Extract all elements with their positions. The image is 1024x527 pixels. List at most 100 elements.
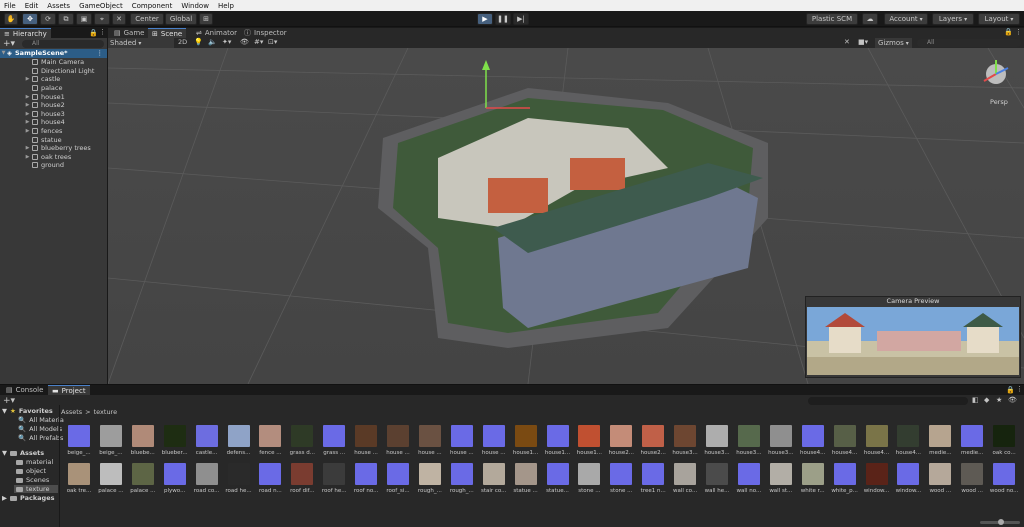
hierarchy-item[interactable]: ground bbox=[0, 161, 107, 170]
texture-asset[interactable]: house1... bbox=[511, 425, 541, 461]
gizmos-dropdown[interactable]: Gizmos bbox=[875, 38, 912, 48]
texture-asset[interactable]: wall st... bbox=[766, 463, 796, 499]
camera-settings-icon[interactable]: ■▾ bbox=[858, 38, 868, 46]
hierarchy-item[interactable]: ▶ fences bbox=[0, 127, 107, 136]
snap-settings-icon[interactable]: ⊡▾ bbox=[268, 38, 277, 46]
thumbnail-size-slider[interactable] bbox=[980, 519, 1020, 525]
asset-filter-icon[interactable]: ◧ bbox=[972, 396, 979, 404]
texture-asset[interactable]: bluebe... bbox=[128, 425, 158, 461]
folder-scenes[interactable]: Scenes bbox=[16, 476, 49, 484]
packages-folder[interactable]: ▶ Packages bbox=[2, 494, 54, 502]
pivot-center-toggle[interactable]: Center bbox=[130, 13, 164, 25]
expand-arrow-icon[interactable]: ▶ bbox=[24, 76, 31, 82]
lighting-icon[interactable]: 💡 bbox=[194, 38, 203, 46]
tab-scene[interactable]: ⊞ Scene bbox=[148, 28, 187, 38]
texture-asset[interactable]: house ... bbox=[479, 425, 509, 461]
expand-arrow-icon[interactable]: ▶ bbox=[24, 145, 31, 151]
texture-asset[interactable]: house4... bbox=[862, 425, 892, 461]
expand-arrow-icon[interactable]: ▶ bbox=[24, 111, 31, 117]
rotate-tool-icon[interactable]: ⟳ bbox=[40, 13, 56, 25]
effects-icon[interactable]: ✦▾ bbox=[222, 38, 231, 46]
move-tool-icon[interactable]: ✥ bbox=[22, 13, 38, 25]
favorites-header[interactable]: ▼ ★ Favorites bbox=[2, 407, 53, 415]
texture-asset[interactable]: rough_... bbox=[415, 463, 445, 499]
space-global-toggle[interactable]: Global bbox=[165, 13, 197, 25]
favorite-all-prefabs[interactable]: 🔍 All Prefabs bbox=[18, 434, 63, 442]
texture-asset[interactable]: house ... bbox=[383, 425, 413, 461]
cloud-icon[interactable]: ☁ bbox=[862, 13, 878, 25]
hidden-packages-icon[interactable]: 👁 bbox=[1008, 396, 1017, 404]
hierarchy-item[interactable]: ▶ house3 bbox=[0, 110, 107, 119]
menu-file[interactable]: File bbox=[4, 2, 16, 10]
snap-icon[interactable]: ⊞ bbox=[199, 13, 213, 25]
layers-dropdown[interactable]: Layers bbox=[932, 13, 974, 25]
scene-kebab-icon[interactable]: ⋮ bbox=[1015, 28, 1022, 36]
expand-arrow-icon[interactable]: ▶ bbox=[24, 94, 31, 100]
project-search-input[interactable] bbox=[808, 397, 968, 405]
draw-mode-dropdown[interactable]: Shaded bbox=[108, 38, 174, 48]
expand-arrow-icon[interactable]: ▶ bbox=[24, 119, 31, 125]
hierarchy-search-input[interactable]: All bbox=[22, 40, 104, 48]
texture-asset[interactable]: house4... bbox=[893, 425, 923, 461]
scene-lock-icon[interactable]: 🔒 bbox=[1004, 28, 1013, 36]
expand-arrow-icon[interactable]: ▶ bbox=[24, 102, 31, 108]
project-kebab-icon[interactable]: ⋮ bbox=[1016, 385, 1023, 393]
texture-asset[interactable]: beige_... bbox=[64, 425, 94, 461]
menu-edit[interactable]: Edit bbox=[25, 2, 39, 10]
texture-asset[interactable]: oak co... bbox=[989, 425, 1019, 461]
audio-icon[interactable]: 🔈 bbox=[208, 38, 217, 46]
texture-asset[interactable]: roof_si... bbox=[383, 463, 413, 499]
texture-asset[interactable]: palace ... bbox=[96, 463, 126, 499]
texture-asset[interactable]: statue... bbox=[543, 463, 573, 499]
texture-asset[interactable]: rough_... bbox=[447, 463, 477, 499]
lock-icon[interactable]: 🔒 bbox=[89, 29, 98, 37]
texture-asset[interactable]: white r... bbox=[798, 463, 828, 499]
texture-asset[interactable]: plywo... bbox=[160, 463, 190, 499]
plastic-scm-button[interactable]: Plastic SCM bbox=[806, 13, 858, 25]
menu-assets[interactable]: Assets bbox=[47, 2, 70, 10]
account-dropdown[interactable]: Account bbox=[884, 13, 928, 25]
expand-arrow-icon[interactable]: ▶ bbox=[24, 154, 31, 160]
hierarchy-item[interactable]: ▶ house1 bbox=[0, 92, 107, 101]
texture-asset[interactable]: medie... bbox=[925, 425, 955, 461]
hierarchy-item[interactable]: Directional Light bbox=[0, 67, 107, 76]
texture-asset[interactable]: wood ... bbox=[925, 463, 955, 499]
texture-asset[interactable]: stone ... bbox=[606, 463, 636, 499]
scene-view[interactable]: Persp Camera Preview bbox=[108, 48, 1024, 384]
texture-asset[interactable]: house1... bbox=[543, 425, 573, 461]
hidden-objects-icon[interactable]: 👁 bbox=[240, 38, 249, 46]
tab-game[interactable]: ▤ Game bbox=[110, 28, 149, 38]
pause-button[interactable]: ❚❚ bbox=[495, 13, 511, 25]
texture-asset[interactable]: house ... bbox=[351, 425, 381, 461]
texture-asset[interactable]: wood ... bbox=[957, 463, 987, 499]
texture-asset[interactable]: grass ... bbox=[319, 425, 349, 461]
texture-asset[interactable]: house2... bbox=[638, 425, 668, 461]
transform-tool-icon[interactable]: ⌖ bbox=[94, 13, 110, 25]
menu-window[interactable]: Window bbox=[181, 2, 209, 10]
kebab-menu-icon[interactable]: ⋮ bbox=[99, 28, 106, 36]
texture-asset[interactable]: house3... bbox=[766, 425, 796, 461]
folder-material[interactable]: material bbox=[16, 458, 53, 466]
texture-asset[interactable]: road co... bbox=[192, 463, 222, 499]
texture-asset[interactable]: house ... bbox=[415, 425, 445, 461]
hierarchy-item[interactable]: Main Camera bbox=[0, 58, 107, 67]
hand-tool-icon[interactable]: ✋ bbox=[4, 13, 18, 25]
label-filter-icon[interactable]: ◆ bbox=[984, 396, 989, 404]
toggle-2d-button[interactable]: 2D bbox=[178, 38, 187, 48]
texture-asset[interactable]: roof he... bbox=[319, 463, 349, 499]
step-button[interactable]: ▶| bbox=[513, 13, 529, 25]
texture-asset[interactable]: house3... bbox=[734, 425, 764, 461]
expand-arrow-icon[interactable]: ▶ bbox=[24, 128, 31, 134]
custom-tool-icon[interactable]: ✕ bbox=[112, 13, 126, 25]
texture-asset[interactable]: tree1 n... bbox=[638, 463, 668, 499]
slider-handle[interactable] bbox=[998, 519, 1004, 525]
texture-asset[interactable]: castle... bbox=[192, 425, 222, 461]
texture-asset[interactable]: house1... bbox=[574, 425, 604, 461]
expand-arrow-icon[interactable]: ▼ bbox=[0, 50, 7, 56]
menu-gameobject[interactable]: GameObject bbox=[79, 2, 123, 10]
scene-menu-icon[interactable]: ⋮ bbox=[97, 49, 104, 57]
texture-asset[interactable]: roof dif... bbox=[287, 463, 317, 499]
texture-asset[interactable]: wall he... bbox=[702, 463, 732, 499]
folder-texture[interactable]: texture bbox=[14, 485, 58, 493]
project-lock-icon[interactable]: 🔒 bbox=[1006, 386, 1015, 394]
